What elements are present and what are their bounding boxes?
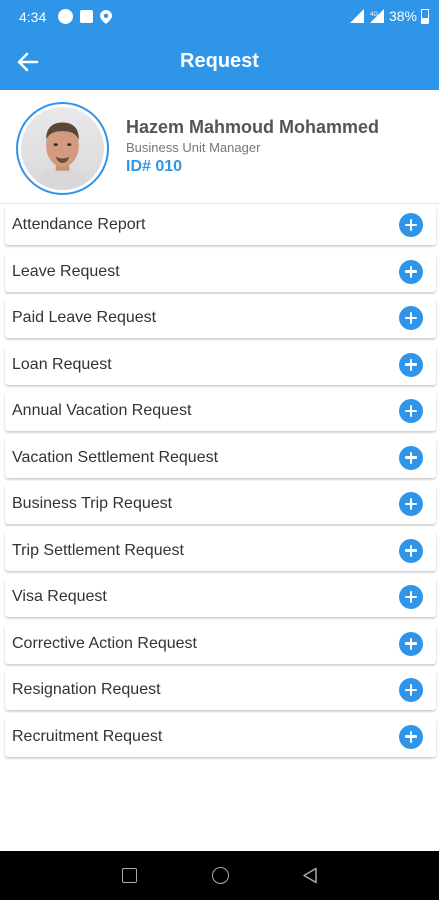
list-item-label: Corrective Action Request [12, 634, 197, 652]
request-list: Attendance Report Leave Request Paid Lea… [5, 205, 436, 763]
list-item[interactable]: Annual Vacation Request [5, 391, 436, 431]
status-time: 4:34 [19, 9, 47, 25]
system-nav-bar [0, 851, 439, 900]
add-icon[interactable] [399, 352, 423, 377]
list-item[interactable]: Vacation Settlement Request [5, 437, 436, 478]
add-icon[interactable] [399, 678, 423, 702]
avatar [16, 102, 109, 195]
svg-text:4G: 4G [370, 12, 378, 18]
signal-4g-icon: 4G [369, 9, 384, 23]
list-item-label: Vacation Settlement Request [12, 448, 219, 466]
add-icon[interactable] [399, 213, 423, 237]
add-icon[interactable] [399, 538, 423, 563]
page-title: Request [180, 50, 259, 72]
list-item-label: Attendance Report [12, 216, 146, 233]
add-icon[interactable] [399, 585, 423, 609]
list-item-label: Business Trip Request [12, 495, 173, 512]
profile-id: ID# 010 [126, 158, 183, 175]
list-item[interactable]: Attendance Report [5, 205, 436, 245]
app-bar: Request [0, 34, 439, 90]
list-item[interactable]: Leave Request [5, 251, 436, 292]
image-icon [80, 10, 93, 23]
signal-icon [349, 9, 364, 23]
list-item[interactable]: Loan Request [5, 344, 436, 385]
battery-icon [421, 8, 429, 24]
list-item[interactable]: Trip Settlement Request [5, 530, 436, 571]
recents-icon[interactable] [122, 868, 137, 883]
add-icon[interactable] [399, 259, 423, 284]
profile-role: Business Unit Manager [126, 140, 261, 155]
add-icon[interactable] [399, 724, 423, 749]
list-item-label: Leave Request [12, 262, 120, 280]
list-item[interactable]: Corrective Action Request [5, 623, 436, 664]
back-triangle-icon[interactable] [302, 867, 318, 884]
battery-percent: 38% [388, 8, 417, 24]
add-icon[interactable] [399, 306, 423, 330]
list-item-label: Annual Vacation Request [12, 402, 192, 419]
status-bar: 4:34 4G 38% [0, 0, 439, 34]
profile-name: Hazem Mahmoud Mohammed [126, 117, 380, 137]
list-item[interactable]: Recruitment Request [5, 716, 436, 757]
list-item-label: Trip Settlement Request [12, 541, 184, 559]
list-item[interactable]: Paid Leave Request [5, 298, 436, 338]
list-item[interactable]: Resignation Request [5, 670, 436, 710]
location-icon [100, 9, 112, 24]
list-item-label: Paid Leave Request [12, 309, 157, 326]
home-icon[interactable] [212, 867, 229, 884]
list-item[interactable]: Business Trip Request [5, 484, 436, 524]
divider [0, 203, 439, 204]
list-item-label: Resignation Request [12, 681, 161, 698]
add-icon[interactable] [399, 631, 423, 656]
add-icon[interactable] [399, 399, 423, 423]
system-indicators: 4G 38% [349, 8, 429, 24]
list-item[interactable]: Visa Request [5, 577, 436, 617]
list-item-label: Loan Request [12, 355, 112, 373]
profile-photo [34, 122, 91, 190]
add-icon[interactable] [399, 492, 423, 516]
list-item-label: Recruitment Request [12, 727, 163, 745]
add-icon[interactable] [399, 445, 423, 470]
notification-icons [58, 9, 112, 24]
list-item-label: Visa Request [12, 588, 107, 605]
notification-dot-icon [58, 9, 73, 24]
